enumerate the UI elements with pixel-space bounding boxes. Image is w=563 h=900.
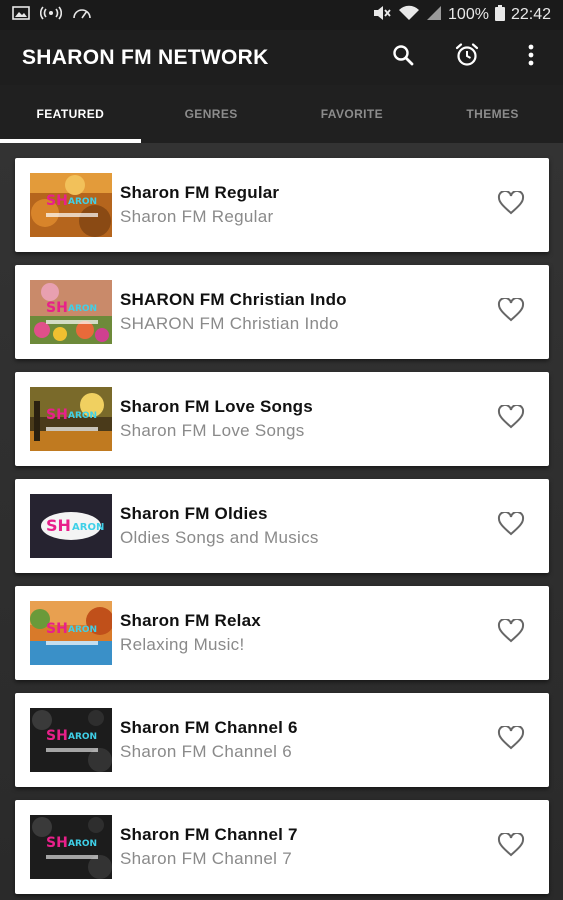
station-card-regular[interactable]: SH ARON Sharon FM Regular Sharon FM Regu… (15, 158, 549, 252)
tab-bar: FEATURED GENRES FAVORITE THEMES (0, 85, 563, 143)
station-thumbnail: SH ARON (30, 708, 112, 772)
wifi-icon (398, 5, 420, 26)
svg-text:ARON: ARON (68, 304, 97, 314)
tab-themes[interactable]: THEMES (422, 85, 563, 143)
station-text: Sharon FM Channel 7 Sharon FM Channel 7 (120, 825, 480, 869)
station-text: Sharon FM Oldies Oldies Songs and Musics (120, 504, 480, 548)
heart-outline-icon (497, 189, 525, 220)
favorite-button[interactable] (495, 510, 527, 541)
svg-text:ARON: ARON (68, 839, 97, 849)
mute-icon (372, 5, 392, 26)
more-vertical-icon (528, 44, 534, 71)
heart-outline-icon (497, 724, 525, 755)
tab-genres[interactable]: GENRES (141, 85, 282, 143)
station-subtitle: Oldies Songs and Musics (120, 528, 319, 547)
status-left (12, 5, 92, 25)
svg-text:ARON: ARON (68, 625, 97, 635)
svg-text:SH: SH (46, 516, 71, 535)
station-title: Sharon FM Channel 7 (120, 825, 298, 844)
signal-icon (426, 5, 442, 26)
station-text: Sharon FM Love Songs Sharon FM Love Song… (120, 397, 480, 441)
station-card-relax[interactable]: SH ARON Sharon FM Relax Relaxing Music! (15, 586, 549, 680)
tab-favorite[interactable]: FAVORITE (282, 85, 423, 143)
svg-text:ARON: ARON (68, 732, 97, 742)
heart-outline-icon (497, 831, 525, 862)
svg-text:SH: SH (46, 835, 68, 851)
battery-icon (494, 4, 505, 26)
station-thumbnail: SH ARON (30, 387, 112, 451)
heart-outline-icon (497, 617, 525, 648)
clock-time: 22:42 (510, 6, 551, 23)
station-card-christian-indo[interactable]: SH ARON SHARON FM Christian Indo SHARON … (15, 265, 549, 359)
favorite-button[interactable] (495, 296, 527, 327)
image-icon (12, 5, 30, 25)
favorite-button[interactable] (495, 403, 527, 434)
station-thumbnail: SH ARON (30, 173, 112, 237)
search-button[interactable] (371, 30, 435, 85)
gauge-icon (72, 6, 92, 25)
status-bar: 100% 22:42 (0, 0, 563, 30)
station-list: SH ARON Sharon FM Regular Sharon FM Regu… (0, 143, 563, 900)
overflow-menu-button[interactable] (499, 30, 563, 85)
svg-text:SH: SH (46, 728, 68, 744)
svg-text:SH: SH (46, 300, 68, 316)
station-subtitle: Sharon FM Love Songs (120, 421, 305, 440)
station-thumbnail: SH ARON (30, 280, 112, 344)
status-right: 100% 22:42 (372, 4, 551, 26)
station-text: SHARON FM Christian Indo SHARON FM Chris… (120, 290, 480, 334)
station-card-oldies[interactable]: SH ARON Sharon FM Oldies Oldies Songs an… (15, 479, 549, 573)
battery-level: 100% (448, 6, 489, 23)
station-card-love-songs[interactable]: SH ARON Sharon FM Love Songs Sharon FM L… (15, 372, 549, 466)
heart-outline-icon (497, 510, 525, 541)
app-actions (371, 30, 563, 85)
svg-text:SH: SH (46, 407, 68, 423)
station-card-channel-7[interactable]: SH ARON Sharon FM Channel 7 Sharon FM Ch… (15, 800, 549, 894)
station-subtitle: Relaxing Music! (120, 635, 245, 654)
tab-featured[interactable]: FEATURED (0, 85, 141, 143)
broadcast-icon (39, 5, 63, 25)
station-thumbnail: SH ARON (30, 601, 112, 665)
station-text: Sharon FM Regular Sharon FM Regular (120, 183, 480, 227)
station-title: Sharon FM Relax (120, 611, 261, 630)
station-title: SHARON FM Christian Indo (120, 290, 347, 309)
svg-text:ARON: ARON (68, 411, 97, 421)
station-title: Sharon FM Regular (120, 183, 280, 202)
heart-outline-icon (497, 403, 525, 434)
heart-outline-icon (497, 296, 525, 327)
svg-text:SH: SH (46, 193, 68, 209)
station-subtitle: Sharon FM Channel 7 (120, 849, 293, 868)
app-bar: SHARON FM NETWORK (0, 30, 563, 85)
alarm-clock-icon (454, 42, 480, 73)
svg-text:ARON: ARON (68, 197, 97, 207)
alarm-button[interactable] (435, 30, 499, 85)
station-subtitle: SHARON FM Christian Indo (120, 314, 339, 333)
svg-text:ARON: ARON (72, 522, 104, 533)
favorite-button[interactable] (495, 831, 527, 862)
svg-text:SH: SH (46, 621, 68, 637)
favorite-button[interactable] (495, 189, 527, 220)
station-title: Sharon FM Love Songs (120, 397, 313, 416)
station-title: Sharon FM Oldies (120, 504, 268, 523)
search-icon (391, 43, 415, 72)
favorite-button[interactable] (495, 724, 527, 755)
station-card-channel-6[interactable]: SH ARON Sharon FM Channel 6 Sharon FM Ch… (15, 693, 549, 787)
station-thumbnail: SH ARON (30, 815, 112, 879)
favorite-button[interactable] (495, 617, 527, 648)
app-title: SHARON FM NETWORK (22, 45, 269, 69)
station-subtitle: Sharon FM Channel 6 (120, 742, 293, 761)
station-thumbnail: SH ARON (30, 494, 112, 558)
station-text: Sharon FM Relax Relaxing Music! (120, 611, 480, 655)
station-subtitle: Sharon FM Regular (120, 207, 274, 226)
station-text: Sharon FM Channel 6 Sharon FM Channel 6 (120, 718, 480, 762)
station-title: Sharon FM Channel 6 (120, 718, 298, 737)
